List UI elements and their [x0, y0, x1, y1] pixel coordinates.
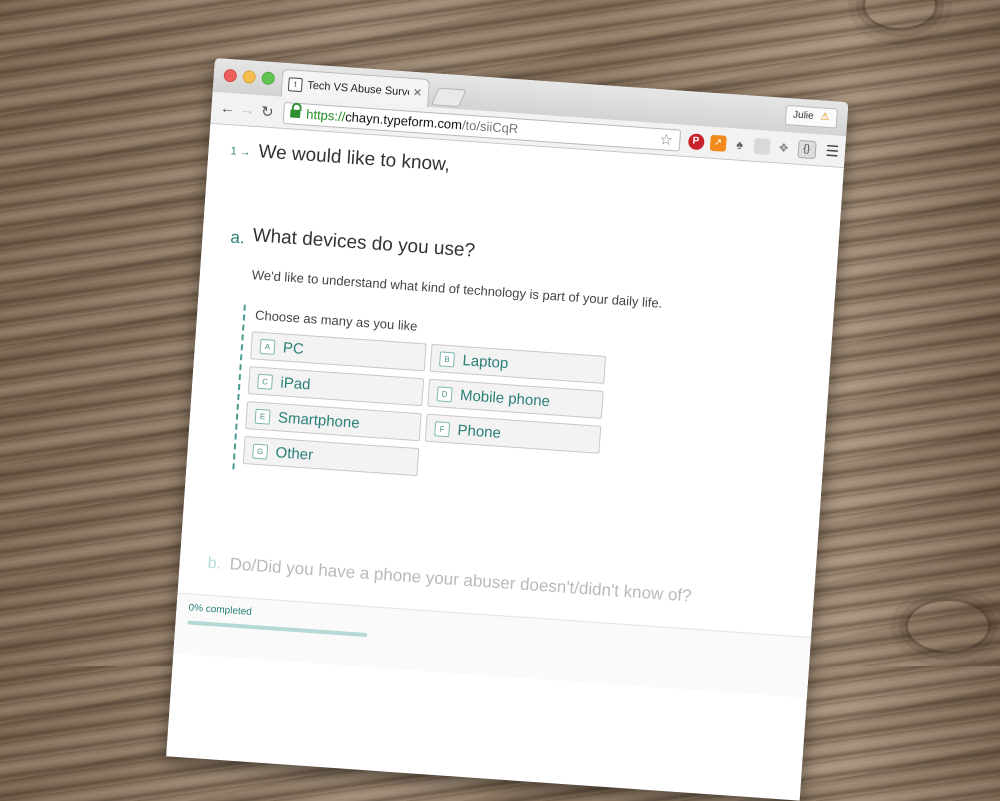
progress-bar [187, 620, 367, 637]
choice-key: C [257, 373, 273, 389]
pinterest-icon[interactable]: P [687, 133, 704, 150]
new-tab-button[interactable] [431, 88, 467, 107]
bookmark-star-icon[interactable]: ☆ [659, 130, 674, 149]
reload-icon[interactable]: ↻ [257, 102, 278, 121]
choice-mobile-phone[interactable]: D Mobile phone [427, 379, 604, 419]
part-b-label: b. [207, 555, 222, 574]
wood-knot [862, 0, 938, 31]
choice-laptop[interactable]: B Laptop [430, 344, 607, 384]
choice-key: A [260, 338, 276, 354]
choice-key: B [439, 351, 455, 367]
choices-group: Choose as many as you like A PC B Laptop… [232, 305, 623, 496]
analytics-icon[interactable]: ↗ [709, 134, 726, 151]
wood-knot [905, 598, 991, 654]
url-host: chayn.typeform.com [345, 109, 463, 132]
survey-page: 1 → We would like to know, a. What devic… [166, 124, 843, 797]
choice-phone[interactable]: F Phone [425, 414, 602, 454]
question-intro: We would like to know, [258, 141, 451, 176]
progress-footer: 0% completed [173, 593, 811, 698]
zoom-window-button[interactable] [261, 71, 275, 85]
choice-key: F [434, 421, 450, 437]
arrow-right-icon: → [239, 146, 251, 159]
choice-label: Phone [457, 421, 501, 441]
part-b-question: Do/Did you have a phone your abuser does… [229, 554, 692, 606]
back-arrow-icon[interactable]: ← [217, 99, 238, 117]
part-a-question: What devices do you use? [252, 225, 476, 262]
choice-key: D [437, 386, 453, 402]
evernote-icon[interactable]: ♠ [731, 136, 748, 153]
dropbox-icon[interactable]: ❖ [775, 139, 792, 156]
part-a-description: We'd like to understand what kind of tec… [251, 267, 662, 311]
url-path: /to/siiCqR [461, 117, 518, 136]
extensions-bar: P ↗ ♠ ❖ {} ☰ [687, 132, 839, 161]
forward-arrow-icon[interactable]: → [237, 101, 258, 119]
close-tab-icon[interactable]: ✕ [412, 86, 422, 100]
choice-label: Other [275, 444, 314, 464]
choice-label: Smartphone [277, 409, 360, 432]
url-scheme: https:// [306, 107, 346, 125]
choice-label: Laptop [462, 352, 509, 372]
warning-icon: ⚠ [820, 111, 830, 123]
lock-icon [290, 107, 301, 119]
menu-icon[interactable]: ☰ [825, 141, 840, 160]
question-number: 1 → [230, 145, 251, 158]
window-controls [223, 69, 275, 86]
choice-key: E [255, 408, 271, 424]
choice-other[interactable]: G Other [243, 436, 420, 476]
json-icon[interactable]: {} [797, 139, 816, 158]
profile-name: Julie [793, 109, 814, 121]
browser-window: t Tech VS Abuse Survey ✕ Julie ⚠ ← → ↻ h… [166, 58, 848, 801]
part-a-label: a. [230, 228, 246, 249]
choice-ipad[interactable]: C iPad [248, 366, 425, 406]
choice-label: iPad [280, 374, 311, 393]
close-window-button[interactable] [223, 69, 237, 83]
tab-title: Tech VS Abuse Survey [307, 79, 409, 98]
reader-icon[interactable] [753, 137, 770, 154]
profile-button[interactable]: Julie ⚠ [784, 105, 838, 129]
choice-pc[interactable]: A PC [250, 331, 427, 371]
choice-smartphone[interactable]: E Smartphone [245, 401, 422, 441]
choice-label: Mobile phone [460, 386, 551, 409]
choice-label: PC [282, 339, 304, 357]
choice-key: G [252, 443, 268, 459]
typeform-favicon-icon: t [288, 77, 303, 92]
progress-text: 0% completed [188, 603, 252, 618]
minimize-window-button[interactable] [242, 70, 256, 84]
